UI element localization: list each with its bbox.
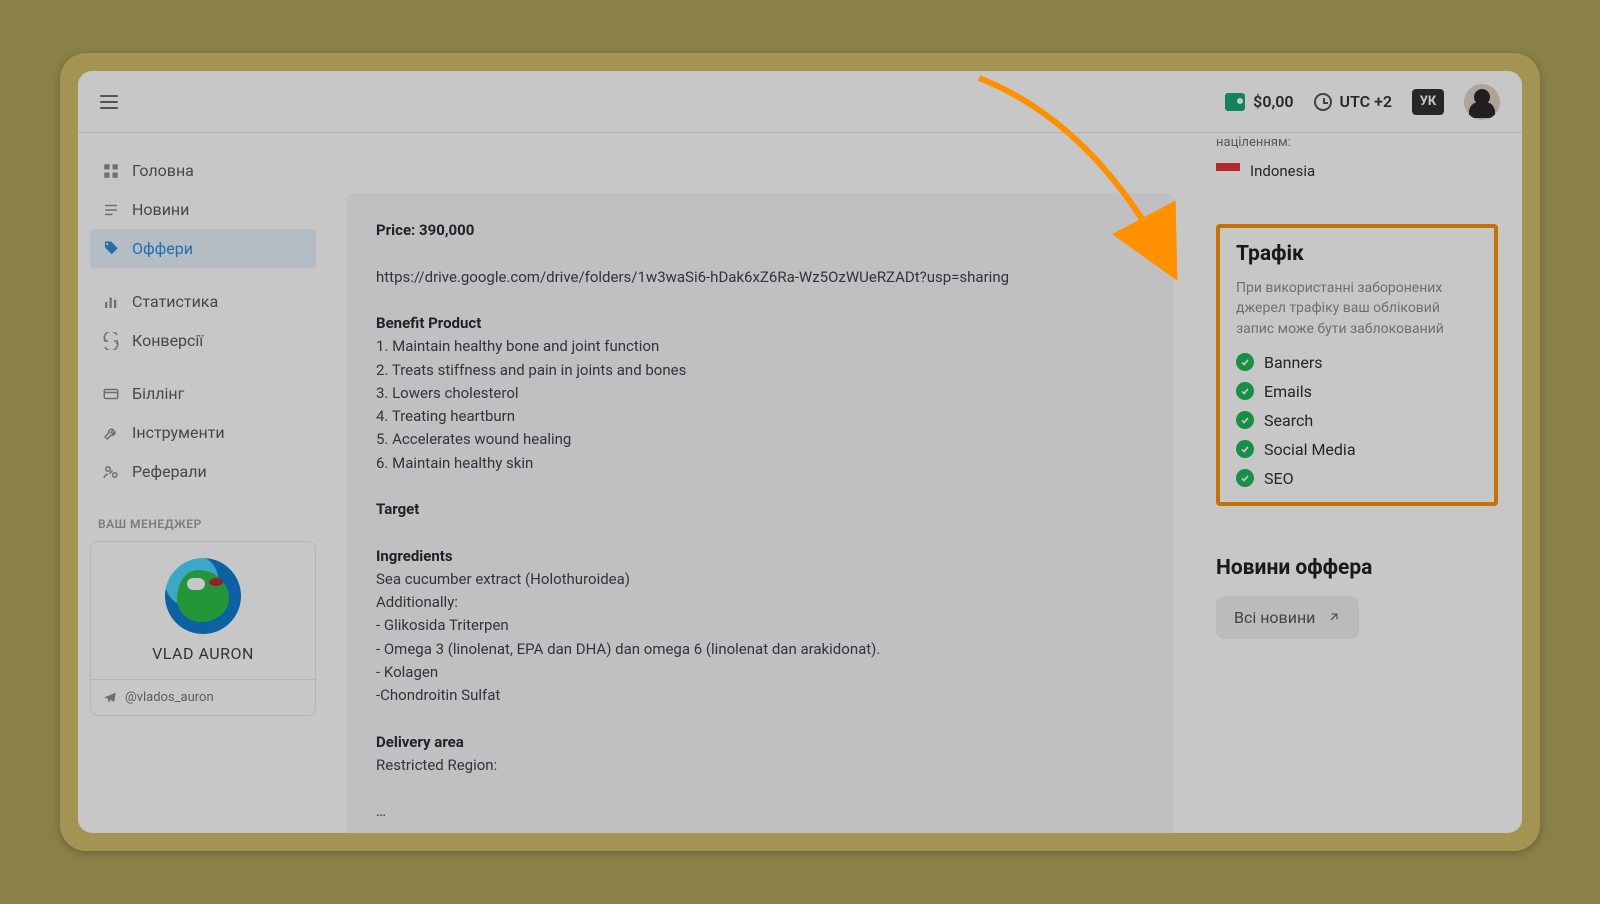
topbar: $0,00 UTC +2 УК bbox=[78, 71, 1522, 133]
add-line: - Glikosida Triterpen bbox=[376, 614, 1144, 637]
sidebar-item-stats[interactable]: Статистика bbox=[90, 282, 316, 321]
manager-name: VLAD AURON bbox=[152, 644, 254, 663]
check-icon bbox=[1236, 440, 1254, 458]
traffic-item-label: Banners bbox=[1264, 353, 1323, 372]
sidebar-item-label: Статистика bbox=[132, 292, 218, 311]
check-icon bbox=[1236, 382, 1254, 400]
add-line: - Kolagen bbox=[376, 661, 1144, 684]
check-icon bbox=[1236, 353, 1254, 371]
traffic-item-label: Search bbox=[1264, 411, 1313, 430]
traffic-card: Трафік При використанні заборонених джер… bbox=[1216, 224, 1498, 506]
tag-icon bbox=[102, 240, 120, 258]
traffic-item: Emails bbox=[1236, 382, 1478, 401]
traffic-list: Banners Emails Search Social Media bbox=[1236, 353, 1478, 488]
timezone-display[interactable]: UTC +2 bbox=[1314, 92, 1393, 111]
benefit-heading: Benefit Product bbox=[376, 314, 481, 332]
add-line: -Chondroitin Sulfat bbox=[376, 684, 1144, 707]
traffic-item-label: SEO bbox=[1264, 469, 1294, 488]
referrals-icon bbox=[102, 463, 120, 481]
benefit-line: 3. Lowers cholesterol bbox=[376, 382, 1144, 405]
benefit-line: 2. Treats stiffness and pain in joints a… bbox=[376, 359, 1144, 382]
manager-handle-row[interactable]: @vlados_auron bbox=[91, 679, 315, 715]
price-label: Price: 390,000 bbox=[376, 221, 474, 239]
traffic-item-label: Social Media bbox=[1264, 440, 1356, 459]
billing-icon bbox=[102, 385, 120, 403]
sidebar-item-billing[interactable]: Біллінг bbox=[90, 374, 316, 413]
conversions-icon bbox=[102, 332, 120, 350]
restricted-label: Restricted Region: bbox=[376, 754, 1144, 777]
sidebar-item-referrals[interactable]: Реферали bbox=[90, 452, 316, 491]
additionally-label: Additionally: bbox=[376, 591, 1144, 614]
traffic-item: Social Media bbox=[1236, 440, 1478, 459]
all-news-button[interactable]: Всі новини bbox=[1216, 596, 1359, 639]
target-heading: Target bbox=[376, 500, 419, 518]
benefit-line: 1. Maintain healthy bone and joint funct… bbox=[376, 335, 1144, 358]
all-news-label: Всі новини bbox=[1234, 608, 1315, 627]
benefit-line: 5. Accelerates wound healing bbox=[376, 428, 1144, 451]
manager-section-label: ВАШ МЕНЕДЖЕР bbox=[98, 517, 308, 531]
traffic-title: Трафік bbox=[1236, 242, 1478, 266]
traffic-item-label: Emails bbox=[1264, 382, 1312, 401]
ingredients-main: Sea cucumber extract (Holothuroidea) bbox=[376, 568, 1144, 591]
language-toggle[interactable]: УК bbox=[1412, 89, 1444, 115]
targeting-label: націленням: bbox=[1216, 135, 1498, 150]
add-line: - Omega 3 (linolenat, EPA dan DHA) dan o… bbox=[376, 638, 1144, 661]
sidebar-item-tools[interactable]: Інструменти bbox=[90, 413, 316, 452]
sidebar-item-label: Конверсії bbox=[132, 331, 203, 350]
right-panel: націленням: Indonesia Трафік При викорис… bbox=[1192, 133, 1522, 833]
traffic-item: Banners bbox=[1236, 353, 1478, 372]
news-icon bbox=[102, 201, 120, 219]
benefit-line: 6. Maintain healthy skin bbox=[376, 452, 1144, 475]
sidebar-item-label: Оффери bbox=[132, 239, 193, 258]
ellipsis: … bbox=[376, 800, 1144, 823]
manager-card: VLAD AURON @vlados_auron bbox=[90, 541, 316, 716]
traffic-hint: При використанні заборонених джерел траф… bbox=[1236, 278, 1478, 339]
balance-display[interactable]: $0,00 bbox=[1225, 92, 1293, 111]
main-content: Price: 390,000 https://drive.google.com/… bbox=[328, 133, 1192, 833]
targeting-country: Indonesia bbox=[1250, 162, 1315, 180]
traffic-item: SEO bbox=[1236, 469, 1478, 488]
external-link-icon bbox=[1327, 610, 1341, 624]
targeting-country-row: Indonesia bbox=[1216, 162, 1498, 180]
sidebar-item-home[interactable]: Головна bbox=[90, 151, 316, 190]
sidebar-item-label: Інструменти bbox=[132, 423, 225, 442]
delivery-heading: Delivery area bbox=[376, 733, 464, 751]
manager-avatar bbox=[165, 558, 241, 634]
sidebar-item-label: Реферали bbox=[132, 462, 207, 481]
dashboard-icon bbox=[102, 162, 120, 180]
drive-link: https://drive.google.com/drive/folders/1… bbox=[376, 266, 1144, 289]
check-icon bbox=[1236, 411, 1254, 429]
balance-value: $0,00 bbox=[1253, 92, 1293, 111]
sidebar-item-label: Новини bbox=[132, 200, 189, 219]
clock-icon bbox=[1314, 93, 1332, 111]
sidebar-item-conversions[interactable]: Конверсії bbox=[90, 321, 316, 360]
offer-news-title: Новини оффера bbox=[1216, 556, 1498, 580]
sidebar-item-label: Біллінг bbox=[132, 384, 184, 403]
traffic-item: Search bbox=[1236, 411, 1478, 430]
flag-indonesia-icon bbox=[1216, 163, 1240, 179]
benefit-line: 4. Treating heartburn bbox=[376, 405, 1144, 428]
telegram-icon bbox=[103, 691, 117, 705]
check-icon bbox=[1236, 469, 1254, 487]
user-avatar[interactable] bbox=[1464, 84, 1500, 120]
sidebar: Головна Новини Оффери Статистика Конверс… bbox=[78, 133, 328, 833]
offer-description-card: Price: 390,000 https://drive.google.com/… bbox=[346, 193, 1174, 833]
manager-handle: @vlados_auron bbox=[125, 690, 214, 705]
wallet-icon bbox=[1225, 93, 1245, 111]
stats-icon bbox=[102, 293, 120, 311]
timezone-value: UTC +2 bbox=[1340, 92, 1393, 111]
ingredients-heading: Ingredients bbox=[376, 547, 453, 565]
sidebar-item-offers[interactable]: Оффери bbox=[90, 229, 316, 268]
sidebar-item-label: Головна bbox=[132, 161, 194, 180]
sidebar-item-news[interactable]: Новини bbox=[90, 190, 316, 229]
menu-toggle-button[interactable] bbox=[100, 95, 118, 109]
tools-icon bbox=[102, 424, 120, 442]
